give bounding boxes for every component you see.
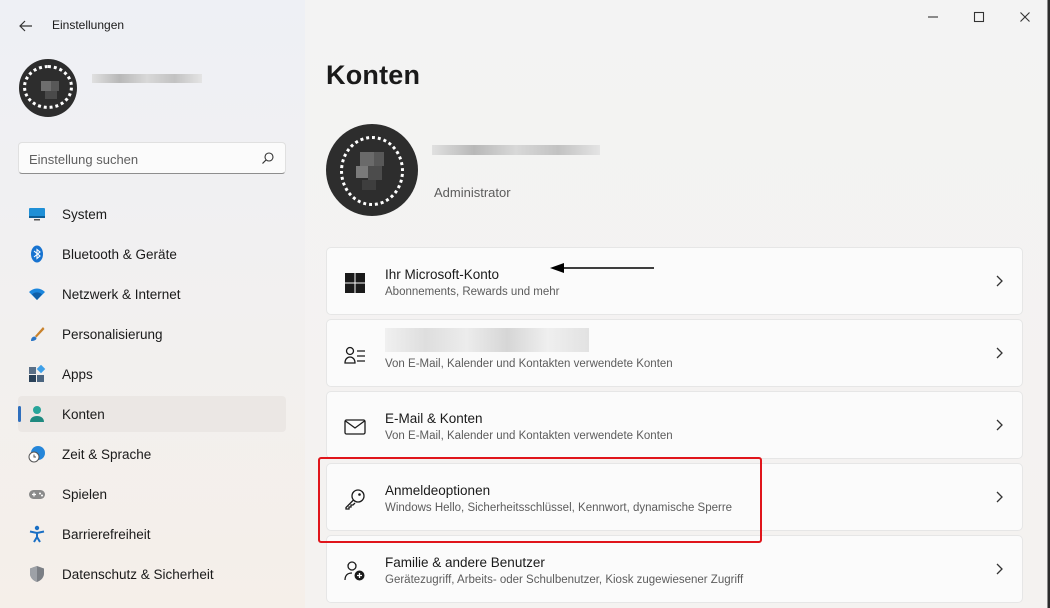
back-button[interactable] [12,12,40,40]
account-name-redacted [432,145,600,155]
app-title: Einstellungen [52,18,125,32]
sidebar-item-label: Personalisierung [62,326,163,342]
settings-window: Einstellungen System [0,0,1048,608]
sidebar-item-label: Datenschutz & Sicherheit [62,566,214,582]
avatar-pixel [45,91,57,99]
gamepad-icon [29,490,45,499]
sidebar-nav: System Bluetooth & Geräte Netzwerk & Int… [18,196,286,596]
apps-icon [29,365,46,382]
card-subtitle: Abonnements, Rewards und mehr [385,286,560,298]
sidebar-item-label: Netzwerk & Internet [62,286,181,302]
brush-icon [31,327,45,341]
accessibility-icon [29,525,45,543]
sidebar-item-label: Konten [62,406,105,422]
shield-icon [30,566,44,582]
search-box[interactable] [18,142,286,174]
windows-logo-icon [345,273,365,293]
sidebar-item-apps[interactable]: Apps [18,356,286,392]
avatar-pixel [360,152,374,166]
person-icon [30,406,44,422]
account-avatar [326,124,418,216]
card-email-accounts[interactable]: E-Mail & Konten Von E-Mail, Kalender und… [326,391,1023,459]
search-icon [262,152,274,164]
title-bar: Einstellungen [0,0,1047,50]
back-arrow-icon [19,20,32,32]
sidebar-item-personalization[interactable]: Personalisierung [18,316,286,352]
chevron-right-icon [996,491,1003,503]
monitor-icon [29,208,45,221]
avatar-pixel [41,81,51,91]
chevron-right-icon [996,419,1003,431]
card-subtitle: Von E-Mail, Kalender und Kontakten verwe… [385,430,673,442]
globe-clock-icon [28,446,45,463]
card-subtitle: Von E-Mail, Kalender und Kontakten verwe… [385,358,673,370]
account-role: Administrator [434,185,511,200]
sidebar-user-avatar[interactable] [19,59,77,117]
mail-icon [344,419,366,435]
avatar-pixel [374,152,384,166]
search-input[interactable] [29,149,249,169]
card-title: Ihr Microsoft-Konto [385,267,500,282]
sidebar-item-accounts[interactable]: Konten [18,396,286,432]
card-family-other-users[interactable]: Familie & andere Benutzer Gerätezugriff,… [326,535,1023,603]
annotation-highlight-box [318,457,762,543]
sidebar-item-time-language[interactable]: Zeit & Sprache [18,436,286,472]
close-icon [1020,12,1030,22]
bluetooth-icon [31,245,43,263]
sidebar-item-bluetooth[interactable]: Bluetooth & Geräte [18,236,286,272]
card-subtitle: Gerätezugriff, Arbeits- oder Schulbenutz… [385,574,744,586]
chevron-right-icon [996,275,1003,287]
avatar-pixel [368,166,382,180]
sidebar-item-privacy-security[interactable]: Datenschutz & Sicherheit [18,556,286,592]
page-title: Konten [326,60,421,90]
sidebar-item-gaming[interactable]: Spielen [18,476,286,512]
card-title: E-Mail & Konten [385,411,483,426]
card-redacted-accounts[interactable]: Von E-Mail, Kalender und Kontakten verwe… [326,319,1023,387]
sidebar-item-label: System [62,206,108,222]
chevron-right-icon [996,347,1003,359]
sidebar-user-name-redacted [92,74,202,83]
sidebar-item-label: Barrierefreiheit [62,526,151,542]
annotation-arrow [550,263,654,273]
close-button[interactable] [1002,0,1047,34]
person-list-icon [344,346,365,364]
wifi-icon [29,288,45,300]
maximize-icon [973,11,985,23]
chevron-right-icon [996,563,1003,575]
minimize-button[interactable] [910,0,956,34]
sidebar-item-network[interactable]: Netzwerk & Internet [18,276,286,312]
avatar-pixel [362,180,376,190]
sidebar-item-label: Bluetooth & Geräte [62,246,177,262]
avatar-pixel [356,166,368,178]
sidebar-item-label: Apps [62,366,93,382]
card-title-redacted [385,328,589,352]
card-title: Familie & andere Benutzer [385,555,545,570]
card-microsoft-account[interactable]: Ihr Microsoft-Konto Abonnements, Rewards… [326,247,1023,315]
person-add-icon [344,561,365,581]
avatar-pixel [51,81,59,91]
minimize-icon [928,16,938,18]
sidebar-item-label: Zeit & Sprache [62,446,152,462]
sidebar-item-accessibility[interactable]: Barrierefreiheit [18,516,286,552]
sidebar-item-label: Spielen [62,486,108,502]
maximize-button[interactable] [956,0,1002,34]
active-indicator [18,406,21,422]
sidebar-item-system[interactable]: System [18,196,286,232]
